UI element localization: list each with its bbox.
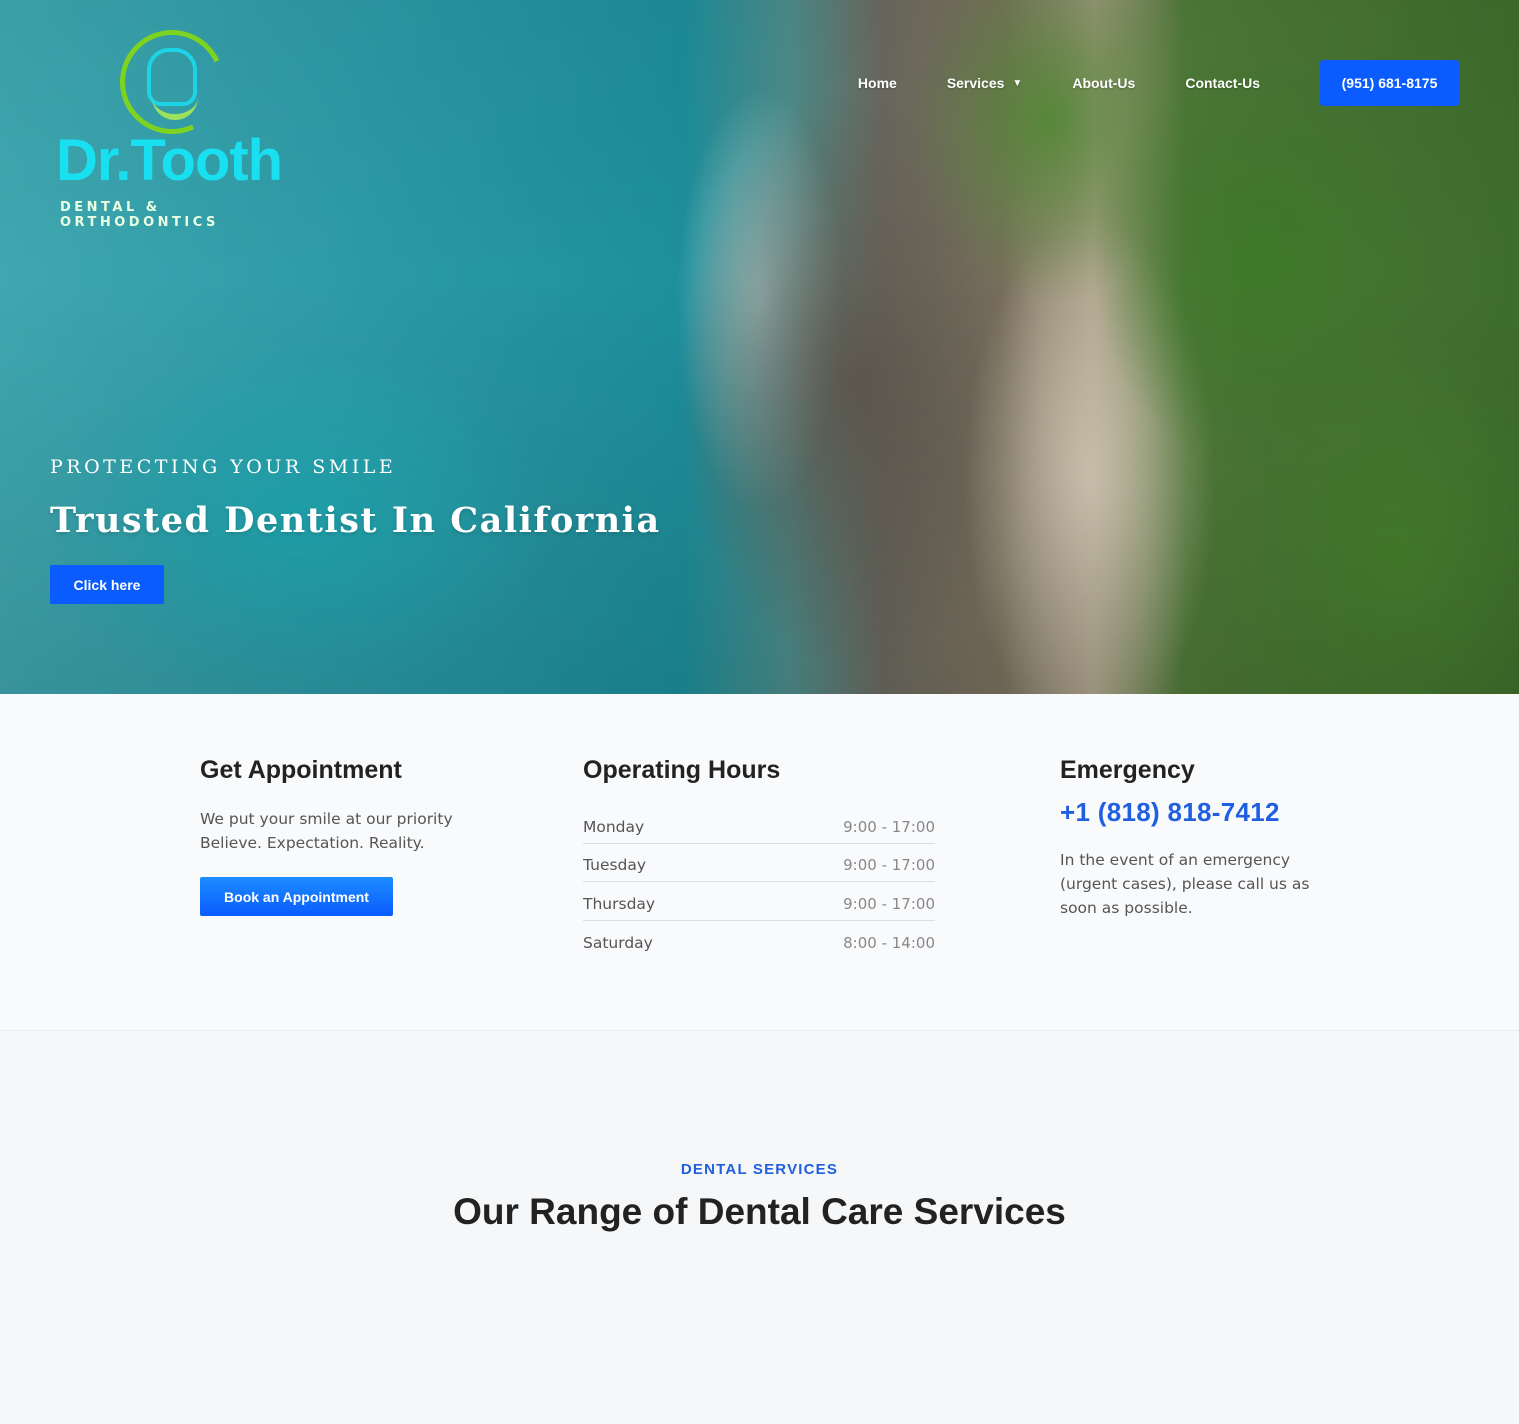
hours-row: Thursday 9:00 - 17:00: [583, 882, 935, 921]
hero-title: Trusted Dentist In California: [50, 500, 661, 541]
hours-heading: Operating Hours: [583, 756, 781, 784]
info-section: Get Appointment We put your smile at our…: [0, 694, 1519, 1031]
emergency-phone-link[interactable]: +1 (818) 818-7412: [1060, 797, 1320, 828]
hours-time: 9:00 - 17:00: [843, 894, 935, 913]
nav-item-label: Home: [857, 75, 897, 91]
nav-item-home[interactable]: Home: [858, 75, 897, 91]
hours-time: 9:00 - 17:00: [843, 856, 935, 875]
services-eyebrow: DENTAL SERVICES: [680, 1161, 839, 1178]
hero-section: Dr.Tooth DENTAL & ORTHODONTICS Home Serv…: [0, 0, 1519, 694]
nav-item-label: Services: [946, 75, 1005, 91]
nav-item-contact-us[interactable]: Contact-Us: [1185, 75, 1260, 91]
hours-column: Operating Hours Monday 9:00 - 17:00 Tues…: [583, 756, 935, 959]
emergency-heading: Emergency: [1060, 756, 1195, 784]
nav-item-label: Contact-Us: [1185, 75, 1260, 91]
hero-eyebrow: PROTECTING YOUR SMILE: [50, 456, 397, 478]
chevron-down-icon: ▼: [1012, 77, 1023, 89]
hours-row: Tuesday 9:00 - 17:00: [583, 844, 935, 882]
hours-row: Monday 9:00 - 17:00: [583, 805, 935, 844]
nav-item-label: About-Us: [1072, 75, 1136, 91]
hours-day: Monday: [583, 817, 645, 836]
site-logo[interactable]: Dr.Tooth DENTAL & ORTHODONTICS: [44, 15, 294, 230]
hours-time: 9:00 - 17:00: [843, 817, 935, 836]
emergency-column: Emergency +1 (818) 818-7412 In the event…: [1060, 756, 1320, 920]
emergency-text: In the event of an emergency (urgent cas…: [1060, 851, 1310, 917]
hours-time: 8:00 - 14:00: [843, 933, 935, 952]
hours-day: Tuesday: [583, 856, 647, 875]
logo-subtitle: DENTAL & ORTHODONTICS: [60, 200, 219, 230]
services-section: DENTAL SERVICES Our Range of Dental Care…: [0, 1031, 1519, 1424]
hero-click-here-button[interactable]: Click here: [50, 565, 164, 604]
book-appointment-button[interactable]: Book an Appointment: [200, 877, 393, 916]
phone-call-button[interactable]: (951) 681-8175: [1320, 60, 1459, 106]
hours-day: Saturday: [583, 933, 653, 952]
nav-item-about-us[interactable]: About-Us: [1072, 75, 1135, 91]
nav-item-services[interactable]: Services ▼: [947, 75, 1023, 91]
hours-day: Thursday: [583, 894, 656, 913]
services-title: Our Range of Dental Care Services: [453, 1191, 1066, 1232]
logo-wordmark: Dr.Tooth: [56, 128, 283, 193]
appointment-line-1: We put your smile at our priority: [200, 810, 453, 828]
appointment-heading: Get Appointment: [200, 756, 402, 784]
main-navigation: Home Services ▼ About-Us Contact-Us (951)…: [858, 60, 1459, 106]
appointment-line-2: Believe. Expectation. Reality.: [200, 834, 425, 852]
appointment-column: Get Appointment We put your smile at our…: [200, 756, 500, 916]
hours-row: Saturday 8:00 - 14:00: [583, 921, 935, 960]
